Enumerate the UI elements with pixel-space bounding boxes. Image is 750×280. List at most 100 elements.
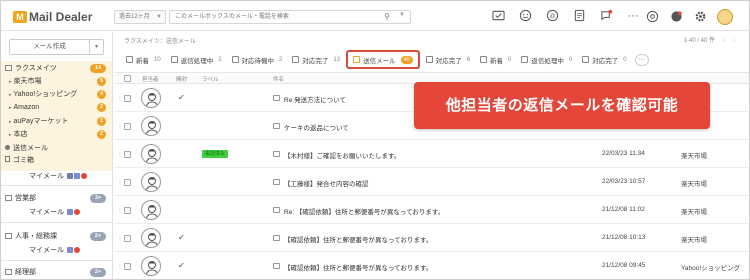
column-status[interactable]: 開封 xyxy=(176,75,187,83)
pager-count: 1-40 / 40 件 xyxy=(683,38,715,44)
row-checkbox[interactable] xyxy=(124,123,131,130)
sidebar-item-accounting[interactable]: 経理部 2+ xyxy=(1,267,112,278)
smile-icon[interactable] xyxy=(518,9,532,23)
chevron-right-icon[interactable]: › xyxy=(733,38,735,44)
mail-shop: 楽天市場 xyxy=(681,153,707,160)
drag-handle-icon[interactable]: ⋮ xyxy=(117,179,123,186)
sidebar-item-label: ゴミ箱 xyxy=(13,157,34,164)
more-icon[interactable]: ··· xyxy=(634,53,649,66)
gear-icon[interactable] xyxy=(693,10,707,24)
envelope-icon xyxy=(273,123,280,129)
tab-new[interactable]: 新着 10 xyxy=(122,52,165,68)
user-avatar-icon[interactable] xyxy=(717,9,733,25)
toolbar-icons: @ ··· xyxy=(491,9,640,23)
row-checkbox[interactable] xyxy=(124,207,131,214)
drag-handle-icon[interactable]: ⋮ xyxy=(117,95,123,102)
sidebar-item-aupay[interactable]: ▸ auPayマーケット 1 xyxy=(1,116,112,127)
chevron-left-icon[interactable]: ‹ xyxy=(723,38,725,44)
mail-check-icon[interactable] xyxy=(491,9,505,23)
compose-button[interactable]: メール作成 ▾ xyxy=(9,39,104,55)
sidebar-item-amazon[interactable]: ▸ Amazon 2 xyxy=(1,102,112,113)
app-logo[interactable]: M Mail Dealer xyxy=(13,10,92,24)
more-icon[interactable]: ··· xyxy=(626,9,640,23)
envelope-icon xyxy=(273,207,280,213)
column-assignee[interactable]: 担当者 xyxy=(142,75,159,83)
mail-subject[interactable]: 【木村様】ご確認をお願いいたします。 xyxy=(284,150,400,160)
sidebar-divider xyxy=(1,222,112,223)
tab-icon xyxy=(292,56,300,63)
mail-subject[interactable]: 【工藤様】発合せ内容の確認 xyxy=(284,178,369,188)
caret-right-icon: ▸ xyxy=(9,119,12,125)
period-select[interactable]: 過去12ヶ月 ▼ xyxy=(114,10,166,24)
drag-handle-icon[interactable]: ⋮ xyxy=(117,151,123,158)
sidebar-item-hr[interactable]: 人事・総務課 2+ xyxy=(1,231,112,242)
sidebar-item-hr-mymail[interactable]: マイメール xyxy=(1,245,112,256)
mail-subject[interactable]: 【確認依頼】住所と郵便番号が異なっております。 xyxy=(284,262,432,272)
at-icon[interactable]: @ xyxy=(545,9,559,23)
tab-label: 返信処理中 xyxy=(180,57,214,65)
mail-subject[interactable]: Re:発送方法について xyxy=(284,94,346,104)
assignee-avatar xyxy=(141,200,161,220)
mail-subject[interactable]: Re: 【確認依頼】住所と郵便番号が異なっております。 xyxy=(284,206,444,216)
row-checkbox[interactable] xyxy=(124,263,131,270)
table-row[interactable]: ⋮ 【工藤様】発合せ内容の確認 22/03/23 10:57 楽天市場 xyxy=(114,169,749,196)
drag-handle-icon[interactable]: ⋮ xyxy=(117,263,123,270)
tab-replying[interactable]: 返信処理中 2 xyxy=(167,52,226,68)
drag-handle-icon[interactable]: ⋮ xyxy=(117,207,123,214)
sidebar-item-trash[interactable]: ゴミ箱 xyxy=(1,155,112,166)
tab-new-2[interactable]: 新着 0 xyxy=(476,52,515,68)
tab-icon xyxy=(170,56,178,63)
column-label[interactable]: ラベル xyxy=(202,75,219,83)
unread-badge: 1 xyxy=(97,117,106,126)
sidebar-item-honten[interactable]: ▸ 本店 2 xyxy=(1,129,112,140)
mail-subject[interactable]: ケーキの返品について xyxy=(284,122,349,132)
sidebar-item-sales[interactable]: 営業部 3+ xyxy=(1,193,112,204)
chat-icon[interactable] xyxy=(599,9,613,23)
table-row[interactable]: ⋮ 来店済み 【木村様】ご確認をお願いいたします。 22/03/23 11:34 楽天市… xyxy=(114,141,749,168)
sidebar-item-rakuten[interactable]: ▸ 楽天市場 5 xyxy=(1,76,112,87)
assignee-avatar xyxy=(141,88,161,108)
at-sign-icon[interactable] xyxy=(645,10,659,24)
sidebar-item-yahoo[interactable]: ▸ Yahoo!ショッピング 4 xyxy=(1,89,112,100)
check-icon: ✔ xyxy=(178,261,185,270)
select-all-checkbox[interactable] xyxy=(124,75,131,82)
chevron-down-icon[interactable]: ▾ xyxy=(89,40,103,54)
mail-date: 21/12/08 11:02 xyxy=(602,206,645,213)
tab-done-3[interactable]: 対応完了 0 xyxy=(578,52,630,68)
label-chip[interactable]: 来店済み xyxy=(202,150,229,158)
compose-label: メール作成 xyxy=(33,43,66,50)
tab-done[interactable]: 対応完了 13 xyxy=(288,52,344,68)
row-checkbox[interactable] xyxy=(124,151,131,158)
document-icon[interactable] xyxy=(572,9,586,23)
chevron-down-icon[interactable]: ▼ xyxy=(399,12,405,18)
sidebar-item-raksmates[interactable]: ラクスメイツ 14 xyxy=(1,63,112,74)
mail-subject[interactable]: 【確認依頼】住所と郵便番号が異なっております。 xyxy=(284,234,432,244)
tab-done-2[interactable]: 対応完了 6 xyxy=(422,52,474,68)
row-checkbox[interactable] xyxy=(124,235,131,242)
drag-handle-icon[interactable]: ⋮ xyxy=(117,235,123,242)
tab-replying-2[interactable]: 返信処理中 0 xyxy=(517,52,576,68)
search-box[interactable]: ⚲ ▼ xyxy=(169,10,411,24)
caret-right-icon: ▸ xyxy=(9,105,12,111)
sidebar-item-sent[interactable]: 送信メール xyxy=(1,143,112,154)
column-subject[interactable]: 件名 xyxy=(273,75,284,83)
table-row[interactable]: ⋮ ✔ 【確認依頼】住所と郵便番号が異なっております。 21/12/08 09:45 Y… xyxy=(114,253,749,279)
row-checkbox[interactable] xyxy=(124,95,131,102)
drag-handle-icon[interactable]: ⋮ xyxy=(117,123,123,130)
mailbox-icon xyxy=(5,233,12,239)
sidebar-divider xyxy=(1,185,112,186)
sidebar-item-mymail[interactable]: マイメール xyxy=(1,171,112,182)
notification-icon[interactable] xyxy=(669,10,683,24)
mail-shop: 楽天市場 xyxy=(681,209,707,216)
assignee-avatar xyxy=(141,228,161,248)
search-icon[interactable]: ⚲ xyxy=(384,12,390,21)
table-row[interactable]: ⋮ Re: 【確認依頼】住所と郵便番号が異なっております。 21/12/08 11:… xyxy=(114,197,749,224)
sidebar-item-sales-mymail[interactable]: マイメール xyxy=(1,207,112,218)
tab-waiting[interactable]: 対応待機中 2 xyxy=(228,52,287,68)
period-value: 過去12ヶ月 xyxy=(119,14,150,20)
tab-sent[interactable]: 送信メール 40 xyxy=(346,50,420,69)
table-row[interactable]: ⋮ ✔ 【確認依頼】住所と郵便番号が異なっております。 21/12/08 10:13 楽… xyxy=(114,225,749,252)
search-input[interactable] xyxy=(170,11,370,23)
row-checkbox[interactable] xyxy=(124,179,131,186)
mail-date: 22/03/23 11:34 xyxy=(602,150,645,157)
